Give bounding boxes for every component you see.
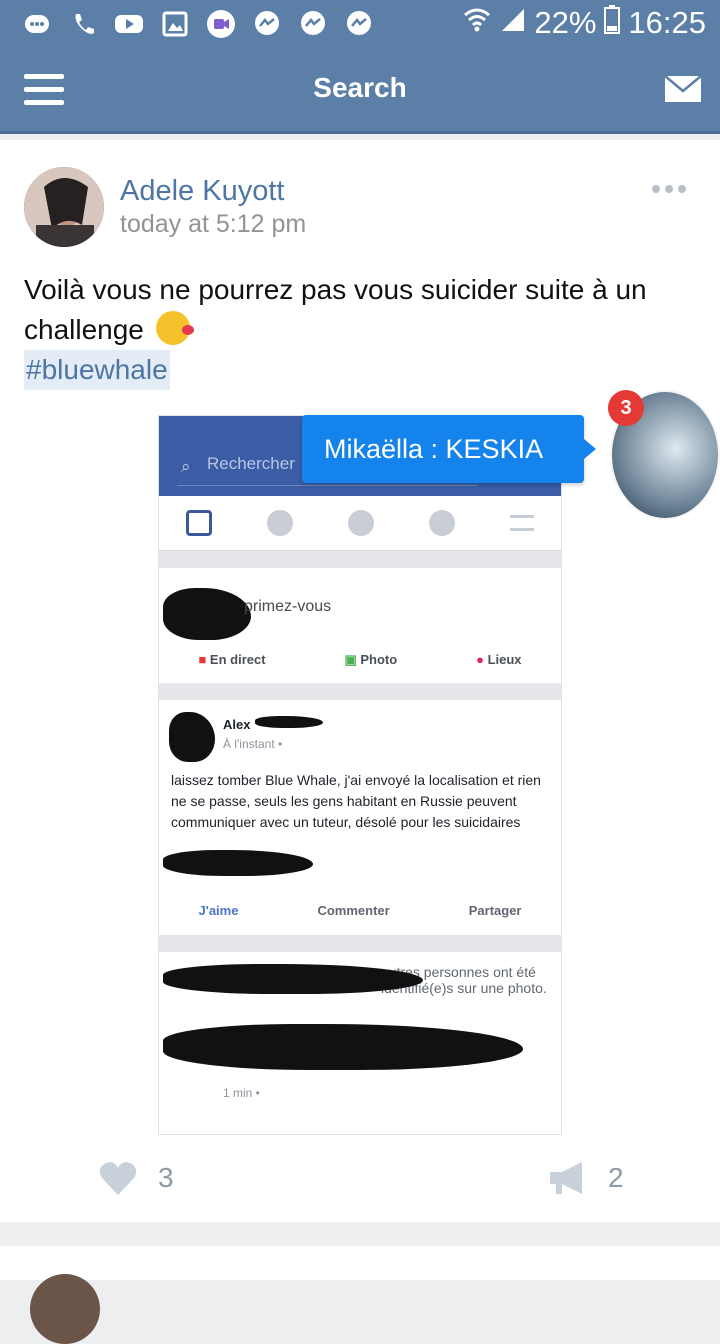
messenger-icon [298, 10, 328, 38]
share-count: 2 [608, 1162, 624, 1193]
fb-comment: Commenter [317, 903, 390, 918]
redaction-scribble [163, 850, 313, 876]
kiss-emoji-icon [155, 311, 194, 345]
post-card: Adele Kuyott today at 5:12 pm Voilà vous… [0, 140, 720, 1222]
fb-post-author: Alex [223, 717, 251, 732]
composer-actions: ■ En direct ▣ Photo ● Lieux [159, 652, 561, 668]
live-action: ■ En direct [198, 652, 266, 667]
status-right: 22% 16:25 [462, 4, 706, 42]
share-button[interactable]: 2 [548, 1160, 624, 1196]
friends-icon [347, 510, 374, 536]
battery-icon [604, 4, 621, 42]
places-action: ● Lieux [476, 652, 522, 667]
youtube-icon [114, 10, 144, 38]
search-icon: ⌕ [181, 457, 191, 476]
fb-post-time: À l'instant • [223, 737, 283, 751]
video-icon [206, 10, 236, 38]
like-count: 3 [158, 1162, 174, 1193]
page-title: Search [313, 72, 407, 103]
redaction-scribble [163, 588, 251, 640]
phone-icon [68, 10, 98, 38]
redaction-scribble [255, 716, 323, 728]
heart-icon [99, 1162, 137, 1195]
photo-icon: ▣ [344, 652, 357, 667]
fb-share: Partager [468, 903, 522, 918]
fb-post: Alex À l'instant • laissez tomber Blue W… [159, 700, 561, 935]
redaction-scribble [169, 712, 215, 762]
attached-screenshot[interactable]: ⌕ Rechercher primez-vous ■ En direct ▣ P… [158, 415, 562, 1135]
top-navbar: Search [0, 48, 720, 134]
pin-icon: ● [476, 652, 484, 667]
chat-bubble-icon [22, 10, 52, 38]
hashtag-link[interactable]: #bluewhale [24, 350, 170, 390]
notification-icons [22, 10, 374, 38]
fb-tabs [159, 496, 561, 551]
divider [159, 683, 561, 700]
news-feed-icon [186, 510, 213, 536]
menu-icon [509, 515, 534, 531]
divider [159, 551, 561, 568]
post-text: Voilà vous ne pourrez pas vous suicider … [24, 270, 704, 390]
photo-action: ▣ Photo [344, 652, 398, 667]
gallery-icon [160, 10, 190, 38]
chat-head-message[interactable]: Mikaëlla : KESKIA [302, 415, 596, 483]
chat-head[interactable]: 3 [608, 390, 720, 520]
fb-post-actions: J'aime Commenter Partager [159, 900, 561, 921]
post-footer: 3 2 [0, 1140, 720, 1220]
avatar[interactable] [24, 167, 104, 247]
globe-icon [428, 510, 455, 536]
messenger-icon [252, 10, 282, 38]
fb-like: J'aime [198, 903, 239, 918]
status-bar: 22% 16:25 [0, 0, 720, 48]
more-options-icon[interactable] [652, 185, 686, 193]
clock: 16:25 [628, 5, 706, 40]
author-name[interactable]: Adele Kuyott [120, 175, 284, 208]
groups-icon [267, 510, 294, 536]
live-icon: ■ [198, 652, 207, 667]
fb-search-placeholder: Rechercher [207, 454, 295, 473]
fb-tag-notice: autres personnes ont été identifié(e)s s… [159, 952, 561, 1134]
messenger-icon [344, 10, 374, 38]
chat-head-badge: 3 [608, 390, 644, 426]
battery-percent: 22% [534, 5, 597, 40]
post-time: today at 5:12 pm [120, 210, 307, 238]
redaction-scribble [163, 964, 423, 994]
mail-icon[interactable] [664, 74, 702, 104]
fb-tag-time: 1 min • [223, 1086, 260, 1100]
megaphone-icon [550, 1162, 582, 1194]
post-text-body: Voilà vous ne pourrez pas vous suicider … [24, 274, 647, 345]
composer-prompt: primez-vous [244, 598, 332, 615]
fb-composer: primez-vous ■ En direct ▣ Photo ● Lieux [159, 568, 561, 683]
divider [159, 935, 561, 952]
next-post-card [0, 1246, 720, 1344]
avatar [30, 1274, 100, 1344]
fb-post-text: laissez tomber Blue Whale, j'ai envoyé l… [171, 772, 541, 830]
wifi-icon [462, 5, 492, 41]
signal-icon [500, 5, 526, 41]
redaction-scribble [163, 1024, 523, 1070]
like-button[interactable]: 3 [98, 1160, 174, 1196]
